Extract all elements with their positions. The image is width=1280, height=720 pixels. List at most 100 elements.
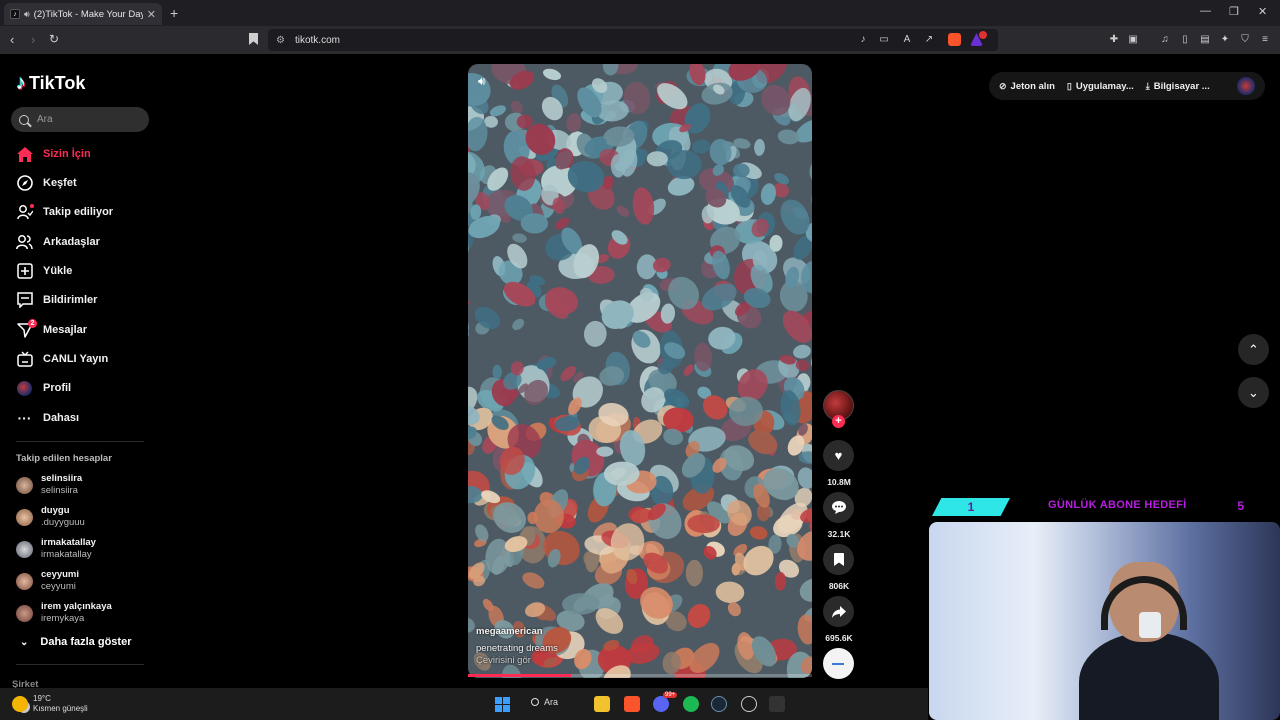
account-handle: .duyyguuu <box>41 517 85 528</box>
search-icon <box>531 698 539 706</box>
avatar[interactable] <box>1237 77 1255 95</box>
home-icon <box>16 146 33 163</box>
bookmark-icon[interactable] <box>249 33 258 45</box>
following-account[interactable]: ceyyumi ceyyumi <box>16 568 79 594</box>
music-disc[interactable] <box>823 648 854 679</box>
nav-profile[interactable]: Profil <box>16 378 71 398</box>
video-progress-bar[interactable] <box>468 674 812 677</box>
brave-shields-icon[interactable] <box>948 33 961 46</box>
previous-video-button[interactable]: ⌃ <box>1238 334 1269 365</box>
screenshot-icon[interactable]: ▣ <box>1127 34 1139 46</box>
extensions-icon[interactable]: ✚ <box>1108 34 1120 46</box>
tiktok-logo-icon: ♪ <box>16 72 26 94</box>
nav-live[interactable]: CANLI Yayın <box>16 349 108 369</box>
forward-icon[interactable]: › <box>31 32 35 47</box>
compass-icon <box>16 175 33 192</box>
nav-more[interactable]: ··· Dahası <box>16 408 80 428</box>
account-name: duygu <box>41 505 70 516</box>
avatar <box>16 508 33 526</box>
following-account[interactable]: irem yalçınkaya iremykaya <box>16 600 112 626</box>
restore-icon[interactable]: ❐ <box>1229 5 1239 18</box>
logo-text: TikTok <box>29 73 86 93</box>
nav-label: Dahası <box>43 412 80 424</box>
follow-plus-button[interactable]: + <box>832 415 845 428</box>
audio-icon[interactable]: ♪ <box>857 34 869 46</box>
search-input[interactable] <box>37 114 137 125</box>
reload-icon[interactable]: ↻ <box>49 32 59 46</box>
nav-explore[interactable]: Keşfet <box>16 173 77 193</box>
volume-icon[interactable]: 🔊︎ <box>478 74 486 89</box>
following-icon <box>16 203 34 221</box>
discord-icon[interactable] <box>653 696 669 712</box>
desktop-app-label: Bilgisayar ... <box>1153 80 1210 92</box>
sidebar-divider <box>16 664 144 665</box>
like-button[interactable]: ♥ <box>823 440 854 471</box>
browser-tab[interactable]: ♪ 🔊︎ (2)TikTok - Make Your Day ✕ <box>4 3 162 25</box>
save-button[interactable] <box>823 544 854 575</box>
translate-link[interactable]: Çevirisini gör <box>476 655 531 666</box>
spotify-icon[interactable] <box>683 696 699 712</box>
account-name: irmakatallay <box>41 537 96 548</box>
avatar <box>16 380 33 397</box>
get-coins-button[interactable]: ⊘ Jeton alın <box>999 81 1055 92</box>
nav-friends[interactable]: Arkadaşlar <box>16 232 100 252</box>
video-author[interactable]: megaamerican <box>476 626 543 637</box>
speaker-icon[interactable]: 🔊︎ <box>24 9 30 20</box>
file-explorer-icon[interactable] <box>594 696 610 712</box>
new-tab-icon[interactable]: + <box>170 5 178 21</box>
minimize-icon[interactable]: — <box>1200 5 1211 17</box>
nav-following[interactable]: Takip ediliyor <box>16 202 113 222</box>
streamer-figure <box>1079 562 1219 720</box>
close-tab-icon[interactable]: ✕ <box>147 8 156 21</box>
share-button[interactable] <box>823 596 854 627</box>
video-caption: penetrating dreams <box>476 643 558 654</box>
settings-gear-icon[interactable] <box>741 696 757 712</box>
nav-inbox[interactable]: Bildirimler <box>16 290 97 310</box>
show-more-button[interactable]: ⌄ Daha fazla göster <box>20 636 131 648</box>
game-app-icon[interactable] <box>769 696 785 712</box>
close-window-icon[interactable]: ✕ <box>1258 5 1267 18</box>
friends-icon <box>16 234 33 251</box>
avatar <box>16 572 33 590</box>
chevron-down-icon: ⌄ <box>1248 384 1259 400</box>
next-video-button[interactable]: ⌄ <box>1238 377 1269 408</box>
nav-label: Keşfet <box>43 177 77 189</box>
search-box[interactable] <box>11 107 149 132</box>
comment-button[interactable] <box>823 492 854 523</box>
cast-icon[interactable]: ▭ <box>878 34 890 46</box>
translate-icon[interactable]: A <box>901 34 913 46</box>
site-settings-icon[interactable]: ⚙ <box>276 35 285 46</box>
back-icon[interactable]: ‹ <box>10 32 14 47</box>
tiktok-logo[interactable]: ♪ TikTok <box>16 72 85 95</box>
leo-ai-icon[interactable]: ✦ <box>1219 34 1231 46</box>
nav-messages[interactable]: 2 Mesajlar <box>16 318 87 340</box>
share-icon[interactable]: ↗ <box>923 34 935 46</box>
temperature: 19°C <box>33 694 51 703</box>
following-account[interactable]: irmakatallay irmakatallay <box>16 536 96 562</box>
following-account[interactable]: duygu .duyyguuu <box>16 504 85 530</box>
search-icon[interactable] <box>19 114 29 125</box>
weather-widget[interactable]: 19°C Kısmen güneşli <box>12 694 88 714</box>
rewards-badge <box>979 31 987 39</box>
nav-upload[interactable]: Yükle <box>16 261 72 281</box>
live-icon <box>16 351 33 368</box>
get-app-button[interactable]: ▯ Uygulamay... <box>1067 81 1134 92</box>
media-icon[interactable]: ♫ <box>1159 34 1171 46</box>
windows-start-icon[interactable] <box>494 696 510 712</box>
notification-dot <box>30 203 34 208</box>
share-arrow-icon <box>831 605 846 618</box>
comment-icon <box>831 501 846 514</box>
brave-browser-icon[interactable] <box>624 696 640 712</box>
video-player[interactable] <box>468 64 812 678</box>
wallet-icon[interactable]: ▤ <box>1199 34 1211 46</box>
desktop-app-button[interactable]: ⤓ Bilgisayar ... <box>1146 81 1210 92</box>
comment-count: 32.1K <box>827 529 851 539</box>
steam-icon[interactable] <box>711 696 727 712</box>
vpn-icon[interactable]: ⛉ <box>1239 34 1251 46</box>
menu-icon[interactable]: ≡ <box>1259 34 1271 46</box>
taskbar-search[interactable]: Ara <box>531 697 558 707</box>
sidebar-toggle-icon[interactable]: ▯ <box>1179 34 1191 46</box>
following-account[interactable]: selinsiira selinsiira <box>16 472 82 498</box>
account-handle: irmakatallay <box>41 549 92 560</box>
nav-for-you[interactable]: Sizin İçin <box>16 144 91 164</box>
